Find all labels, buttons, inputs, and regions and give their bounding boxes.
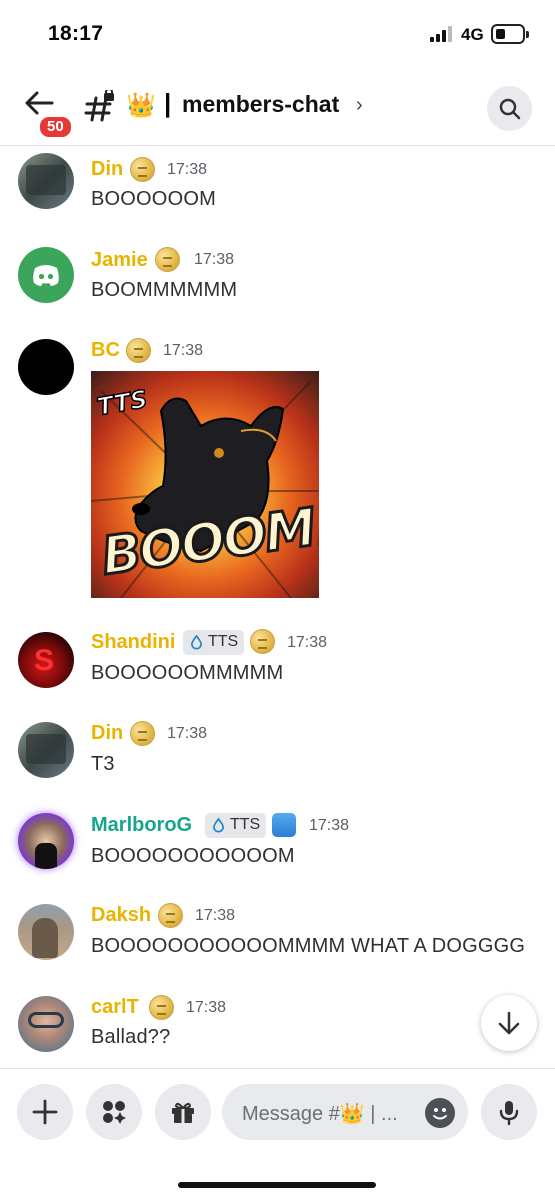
coin-badge-icon — [250, 629, 275, 654]
coin-badge-icon — [126, 338, 151, 363]
discord-logo-icon — [33, 265, 59, 286]
message-item[interactable]: Din 17:38 BOOOOOOM — [0, 150, 555, 220]
message-text: BOOMMMMMM — [91, 279, 238, 301]
status-bar: 18:17 4G — [0, 0, 555, 70]
status-time: 18:17 — [48, 22, 104, 45]
scales-badge-icon — [272, 813, 296, 837]
coin-badge-icon — [130, 721, 155, 746]
channel-separator: | — [164, 88, 172, 118]
attach-button[interactable] — [17, 1084, 73, 1140]
search-button[interactable] — [487, 86, 532, 131]
gift-button[interactable] — [155, 1084, 211, 1140]
username[interactable]: Shandini — [91, 631, 175, 654]
message-placeholder: Message #👑 | ... — [242, 1103, 398, 1125]
message-time: 17:38 — [309, 817, 350, 834]
emoji-button[interactable] — [425, 1098, 455, 1128]
message-text: BOOOOOOOOOOOMMMM WHAT A DOGGGG — [91, 935, 526, 957]
search-icon — [499, 98, 521, 120]
droplet-icon — [212, 818, 225, 833]
message-item[interactable]: Din 17:38 T3 — [0, 714, 555, 784]
avatar[interactable] — [18, 247, 74, 303]
avatar[interactable] — [18, 153, 74, 209]
apps-icon — [103, 1101, 126, 1124]
gift-icon — [172, 1102, 194, 1123]
message-image[interactable]: TTS BOOOM! — [91, 371, 319, 598]
message-item[interactable]: BC 17:38 TTS BOOOM! — [0, 331, 555, 601]
microphone-icon — [499, 1101, 519, 1126]
username[interactable]: carlT — [91, 996, 139, 1019]
message-time: 17:38 — [195, 907, 236, 924]
username[interactable]: Din — [91, 722, 123, 745]
signal-icon — [430, 26, 454, 42]
droplet-icon — [190, 635, 203, 650]
apps-button[interactable] — [86, 1084, 142, 1140]
message-text: BOOOOOOM — [91, 188, 216, 210]
channel-name[interactable]: members-chat — [182, 91, 339, 118]
unread-badge: 50 — [38, 115, 73, 139]
message-time: 17:38 — [287, 634, 328, 651]
message-time: 17:38 — [186, 999, 227, 1016]
message-item[interactable]: S Shandini TTS 17:38 BOOOOOOMMMMM — [0, 622, 555, 692]
message-time: 17:38 — [194, 251, 235, 268]
tag-label: TTS — [208, 633, 239, 650]
message-text: Ballad?? — [91, 1026, 171, 1048]
message-text: T3 — [91, 753, 115, 775]
message-text: BOOOOOOOOOOOM — [91, 845, 295, 867]
tag-label: TTS — [230, 816, 261, 833]
message-item[interactable]: MarlboroG TTS 17:38 BOOOOOOOOOOOM — [0, 805, 555, 875]
message-input[interactable]: Message #👑 | ... — [222, 1084, 468, 1140]
avatar[interactable] — [18, 339, 74, 395]
emoji-icon — [433, 1108, 447, 1120]
message-time: 17:38 — [163, 342, 204, 359]
scroll-to-bottom-button[interactable] — [481, 995, 537, 1051]
avatar[interactable] — [18, 904, 74, 960]
tts-tag: TTS — [183, 630, 245, 655]
message-composer: Message #👑 | ... — [0, 1068, 555, 1200]
network-label: 4G — [461, 25, 484, 44]
message-item[interactable]: Jamie 17:38 BOOMMMMMM — [0, 240, 555, 310]
message-item[interactable]: Daksh 17:38 BOOOOOOOOOOOMMMM WHAT A DOGG… — [0, 896, 555, 966]
voice-button[interactable] — [481, 1084, 537, 1140]
username[interactable]: MarlboroG — [91, 814, 192, 837]
battery-icon — [491, 24, 529, 44]
avatar[interactable] — [18, 722, 74, 778]
message-time: 17:38 — [167, 725, 208, 742]
username[interactable]: BC — [91, 339, 120, 362]
username[interactable]: Daksh — [91, 904, 151, 927]
plus-icon — [32, 1099, 58, 1125]
avatar[interactable]: S — [18, 632, 74, 688]
username[interactable]: Din — [91, 158, 123, 181]
tts-tag: TTS — [205, 813, 267, 838]
back-arrow-icon — [25, 91, 54, 115]
coin-badge-icon — [155, 247, 180, 272]
coin-badge-icon — [149, 995, 174, 1020]
chevron-right-icon[interactable]: › — [356, 94, 363, 117]
message-text: BOOOOOOMMMMM — [91, 662, 284, 684]
coin-badge-icon — [130, 157, 155, 182]
avatar[interactable] — [18, 996, 74, 1052]
username[interactable]: Jamie — [91, 249, 148, 272]
channel-header: 50 👑 | members-chat › — [0, 70, 555, 146]
message-item[interactable]: carlT 17:38 Ballad?? — [0, 988, 555, 1068]
coin-badge-icon — [158, 903, 183, 928]
hash-lock-icon — [84, 90, 114, 122]
home-indicator — [178, 1182, 376, 1188]
channel-emoji: 👑 — [126, 92, 156, 119]
message-time: 17:38 — [167, 161, 208, 178]
avatar[interactable] — [18, 813, 74, 869]
arrow-down-icon — [498, 1011, 520, 1035]
